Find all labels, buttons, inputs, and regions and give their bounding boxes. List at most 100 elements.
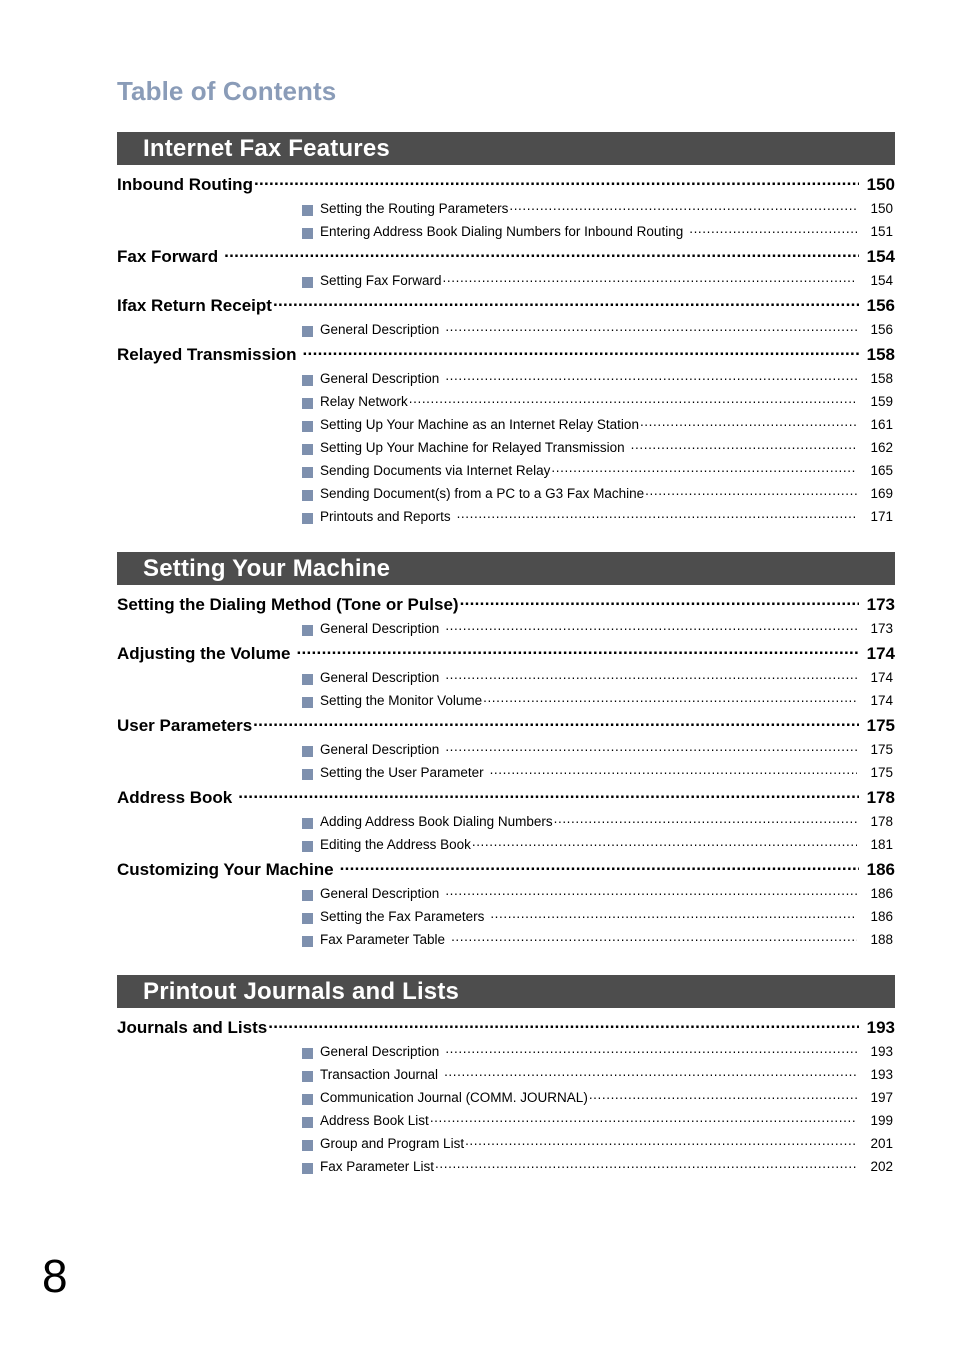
square-bullet-icon [302, 277, 313, 288]
toc-entry-label: Relayed Transmission [117, 345, 297, 364]
toc-entry-page-number: 174 [870, 692, 893, 708]
toc-entry-label: Editing the Address Book [320, 836, 471, 852]
toc-entry-page-number: 175 [870, 741, 893, 757]
square-bullet-icon [302, 228, 313, 239]
toc-entry-label: Fax Parameter List [320, 1158, 435, 1174]
toc-entry-label: Address Book [117, 788, 233, 807]
toc-entry-chapter[interactable]: User Parameters 175 [117, 714, 895, 740]
toc-entry-chapter[interactable]: Address Book 178 [117, 786, 895, 812]
toc-entry-label: Setting the Fax Parameters [320, 908, 485, 924]
square-bullet-icon [302, 1094, 313, 1105]
toc-entry-label: Sending Documents via Internet Relay [320, 462, 551, 478]
square-bullet-icon [302, 375, 313, 386]
toc-entry-topic[interactable]: Setting Fax Forward 154 [117, 271, 895, 294]
toc-entry-page-number: 161 [870, 416, 893, 432]
toc-entry-label: Group and Program List [320, 1135, 465, 1151]
toc-entry-page-number: 173 [866, 595, 895, 614]
toc-entry-topic[interactable]: Fax Parameter Table 188 [117, 930, 895, 953]
dot-leader [460, 593, 859, 610]
toc-entry-page-number: 151 [870, 223, 893, 239]
dot-leader [445, 740, 857, 754]
toc-entry-page-number: 193 [870, 1066, 893, 1082]
toc-entry-page-number: 188 [870, 931, 893, 947]
toc-entry-chapter[interactable]: Relayed Transmission 158 [117, 343, 895, 369]
toc-entry-topic[interactable]: Adding Address Book Dialing Numbers 178 [117, 812, 895, 835]
dot-leader [268, 1016, 859, 1033]
toc-entry-page-number: 173 [870, 620, 893, 636]
dot-leader [490, 907, 857, 921]
toc-entry-topic[interactable]: Group and Program List 201 [117, 1134, 895, 1157]
toc-entry-label: General Description [320, 741, 440, 757]
toc-entry-label: Setting Up Your Machine as an Internet R… [320, 416, 639, 432]
square-bullet-icon [302, 769, 313, 780]
toc-entry-page-number: 201 [870, 1135, 893, 1151]
dot-leader [340, 858, 859, 875]
toc-entry-topic[interactable]: Setting Up Your Machine for Relayed Tran… [117, 438, 895, 461]
toc-entry-topic[interactable]: General Description 193 [117, 1042, 895, 1065]
toc-entry-page-number: 181 [870, 836, 893, 852]
toc-entry-chapter[interactable]: Adjusting the Volume 174 [117, 642, 895, 668]
toc-entry-page-number: 178 [866, 788, 895, 807]
toc-entry-label: Relay Network [320, 393, 408, 409]
toc-entry-chapter[interactable]: Customizing Your Machine 186 [117, 858, 895, 884]
toc-entry-topic[interactable]: General Description 175 [117, 740, 895, 763]
toc-entry-topic[interactable]: Transaction Journal 193 [117, 1065, 895, 1088]
toc-entry-chapter[interactable]: Inbound Routing 150 [117, 173, 895, 199]
dot-leader [445, 369, 857, 383]
section-banner-label: Printout Journals and Lists [143, 977, 460, 1005]
toc-entry-topic[interactable]: General Description 173 [117, 619, 895, 642]
toc-entry-chapter[interactable]: Journals and Lists 193 [117, 1016, 895, 1042]
toc-entry-label: General Description [320, 885, 440, 901]
toc-entry-page-number: 186 [866, 860, 895, 879]
toc-entry-chapter[interactable]: Setting the Dialing Method (Tone or Puls… [117, 593, 895, 619]
toc-entry-topic[interactable]: Communication Journal (COMM. JOURNAL) 197 [117, 1088, 895, 1111]
toc-entry-topic[interactable]: Setting Up Your Machine as an Internet R… [117, 415, 895, 438]
toc-entry-topic[interactable]: Entering Address Book Dialing Numbers fo… [117, 222, 895, 245]
page-title: Table of Contents [117, 76, 337, 106]
toc-entry-page-number: 150 [866, 175, 895, 194]
toc-entry-page-number: 162 [870, 439, 893, 455]
square-bullet-icon [302, 936, 313, 947]
square-bullet-icon [302, 513, 313, 524]
toc-entry-topic[interactable]: General Description 158 [117, 369, 895, 392]
dot-leader [254, 173, 859, 190]
toc-entry-topic[interactable]: Editing the Address Book 181 [117, 835, 895, 858]
dot-leader [303, 343, 859, 360]
toc-entry-label: General Description [320, 669, 440, 685]
toc-entry-chapter[interactable]: Ifax Return Receipt 156 [117, 294, 895, 320]
square-bullet-icon [302, 467, 313, 478]
toc-entry-topic[interactable]: General Description 174 [117, 668, 895, 691]
toc-entry-topic[interactable]: General Description 156 [117, 320, 895, 343]
square-bullet-icon [302, 421, 313, 432]
toc-entry-label: Adding Address Book Dialing Numbers [320, 813, 553, 829]
toc-entry-chapter[interactable]: Fax Forward 154 [117, 245, 895, 271]
toc-entry-topic[interactable]: Relay Network 159 [117, 392, 895, 415]
toc-entry-topic[interactable]: Setting the User Parameter 175 [117, 763, 895, 786]
toc-entry-label: Customizing Your Machine [117, 860, 334, 879]
toc-section: Setting Your Machine Setting the Dialing … [117, 552, 895, 953]
toc-entry-topic[interactable]: Setting the Routing Parameters 150 [117, 199, 895, 222]
toc-entry-label: Fax Forward [117, 247, 219, 266]
dot-leader [445, 619, 857, 633]
toc-entry-label: Sending Document(s) from a PC to a G3 Fa… [320, 485, 645, 501]
section-banner-label: Setting Your Machine [143, 554, 391, 582]
toc-section: Internet Fax FeaturesInbound Routing150S… [117, 132, 895, 530]
toc-entry-topic[interactable]: Setting the Fax Parameters 186 [117, 907, 895, 930]
toc-entry-topic[interactable]: Sending Document(s) from a PC to a G3 Fa… [117, 484, 895, 507]
toc-entry-topic[interactable]: Setting the Monitor Volume 174 [117, 691, 895, 714]
toc-entry-label: Setting the Routing Parameters [320, 200, 509, 216]
toc-content: Internet Fax FeaturesInbound Routing150S… [117, 132, 895, 1180]
toc-entry-topic[interactable]: Fax Parameter List 202 [117, 1157, 895, 1180]
toc-entry-label: Setting Fax Forward [320, 272, 442, 288]
section-banner-bar: Internet Fax Features [117, 132, 895, 165]
toc-entry-topic[interactable]: Printouts and Reports 171 [117, 507, 895, 530]
square-bullet-icon [302, 444, 313, 455]
dot-leader [445, 668, 857, 682]
toc-entry-topic[interactable]: General Description 186 [117, 884, 895, 907]
dot-leader [554, 812, 857, 826]
dot-leader [253, 714, 859, 731]
dot-leader [631, 438, 857, 452]
toc-entry-topic[interactable]: Sending Documents via Internet Relay 165 [117, 461, 895, 484]
toc-entry-topic[interactable]: Address Book List 199 [117, 1111, 895, 1134]
section-banner-label: Internet Fax Features [143, 134, 390, 162]
